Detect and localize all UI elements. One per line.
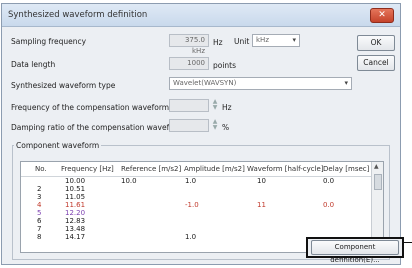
synthesized-waveform-dialog: Synthesized waveform definition ✕ Sampli… [1,3,404,265]
cell-waveform: 10 [257,177,266,185]
cell-no: 3 [37,193,42,201]
compensation-frequency-spinner[interactable]: ▲ ▼ [211,99,219,112]
cell-frequency: 11.61 [65,201,86,209]
close-icon: ✕ [378,10,386,20]
cell-frequency: 11.05 [65,193,86,201]
cell-no: 5 [37,209,42,217]
cell-frequency: 12.83 [65,217,86,225]
compensation-damping-field[interactable] [169,119,209,132]
cell-no: 2 [37,185,42,193]
column-header-frequency: Frequency [Hz] [61,165,114,173]
chevron-down-icon: ▾ [292,36,296,44]
cell-delay: 0.0 [323,177,335,185]
component-definition-highlight: Component definition(E)... [306,237,404,264]
cell-delay: 0.0 [323,201,335,209]
cell-reference: 10.0 [121,177,137,185]
cell-frequency: 10.00 [65,177,86,185]
sampling-frequency-unit-prefix: Hz [213,38,223,47]
component-definition-button[interactable]: Component definition(E)... [311,240,399,264]
cell-frequency: 10.51 [65,185,86,193]
scrollbar-thumb[interactable] [374,174,382,190]
close-button[interactable]: ✕ [370,8,394,23]
unit-label: Unit [234,37,250,46]
data-length-field[interactable]: 1000 [169,57,209,70]
cell-amplitude: -1.0 [185,201,199,209]
cell-no: 6 [37,217,42,225]
grid-header: No. Frequency [Hz] Reference [m/s2] Ampl… [21,162,373,177]
cell-no: 7 [37,225,42,233]
compensation-frequency-field[interactable] [169,99,209,112]
waveform-type-label: Synthesized waveform type [11,81,116,90]
component-waveform-group-label: Component waveform [14,141,102,150]
compensation-damping-label: Damping ratio of the compensation wavefo… [11,123,185,132]
table-row[interactable]: 3 11.05 [21,194,373,201]
table-row[interactable]: 2 10.51 [21,186,373,193]
table-row[interactable]: 6 12.83 [21,218,373,225]
cancel-button[interactable]: Cancel [357,55,395,71]
window-title: Synthesized waveform definition [8,10,148,20]
unit-select[interactable]: kHz ▾ [252,34,300,47]
cell-frequency: 12.20 [65,209,86,217]
column-header-delay: Delay [msec] [323,165,370,173]
unit-select-value: kHz [256,36,269,44]
cell-amplitude: 1.0 [185,177,197,185]
cell-no: 8 [37,233,42,241]
table-row[interactable]: 7 13.48 [21,226,373,233]
cell-frequency: 13.48 [65,225,86,233]
ok-button[interactable]: OK [357,35,395,51]
scroll-up-icon[interactable]: ▲ [374,163,379,170]
compensation-frequency-unit: Hz [222,103,232,112]
table-row[interactable]: 4 11.61 -1.0 11 0.0 [21,202,373,209]
sampling-frequency-field[interactable]: 375.0 kHz [169,34,209,55]
table-row[interactable]: 5 12.20 [21,210,373,217]
callout-line [402,242,412,243]
column-header-waveform: Waveform [half-cycle] [247,165,324,173]
cell-no: 4 [37,201,42,209]
sampling-frequency-label: Sampling frequency [11,37,87,46]
data-length-suffix: points [213,61,237,70]
title-bar: Synthesized waveform definition ✕ [2,4,400,27]
column-header-no: No. [35,165,47,173]
table-row[interactable]: 10.00 10.0 1.0 10 0.0 [21,178,373,185]
chevron-down-icon: ▾ [344,79,348,87]
data-length-label: Data length [11,60,56,69]
compensation-damping-unit: % [222,123,230,132]
cell-frequency: 14.17 [65,233,86,241]
column-header-amplitude: Amplitude [m/s2] [184,165,245,173]
cell-waveform: 11 [257,201,266,209]
waveform-type-value: Wavelet(WAVSYN) [173,79,237,87]
compensation-damping-spinner[interactable]: ▲ ▼ [211,119,219,132]
column-header-reference: Reference [m/s2] [121,165,182,173]
waveform-type-select[interactable]: Wavelet(WAVSYN) ▾ [169,77,352,90]
compensation-frequency-label: Frequency of the compensation waveform [11,103,170,112]
cell-amplitude: 1.0 [185,233,197,241]
